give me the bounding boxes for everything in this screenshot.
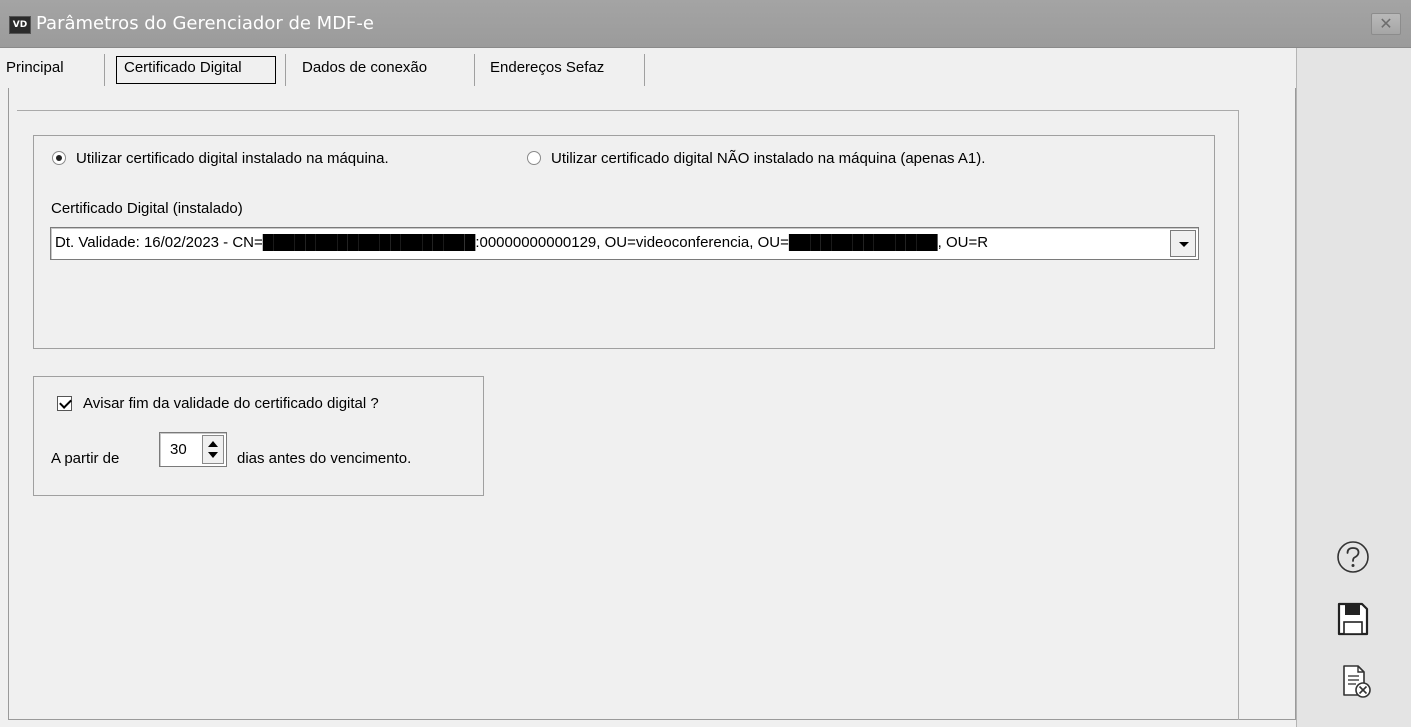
from-label: A partir de — [51, 450, 120, 467]
days-suffix-label: dias antes do vencimento. — [237, 450, 412, 467]
tab-separator — [285, 54, 286, 86]
certificate-select-value: Dt. Validade: 16/02/2023 - CN=██████████… — [55, 234, 989, 251]
window-title: Parâmetros do Gerenciador de MDF-e — [36, 13, 374, 34]
warn-expiry-label[interactable]: Avisar fim da validade do certificado di… — [83, 395, 379, 412]
spinner-up-icon[interactable] — [208, 441, 218, 447]
radio-not-installed-label[interactable]: Utilizar certificado digital NÃO instala… — [551, 150, 985, 167]
days-spinner[interactable]: 30 — [159, 432, 227, 467]
tab-certificado-digital[interactable]: Certificado Digital — [118, 48, 242, 88]
app-icon: VD — [9, 16, 31, 34]
days-spinner-value[interactable]: 30 — [170, 441, 187, 458]
certificate-select[interactable]: Dt. Validade: 16/02/2023 - CN=██████████… — [50, 227, 1199, 260]
radio-installed-label[interactable]: Utilizar certificado digital instalado n… — [76, 150, 389, 167]
warn-expiry-checkbox[interactable] — [57, 396, 72, 411]
tab-separator — [104, 54, 105, 86]
tab-separator — [644, 54, 645, 86]
radio-installed-certificate[interactable] — [52, 151, 66, 165]
tab-dados-conexao[interactable]: Dados de conexão — [296, 48, 427, 88]
radio-not-installed-certificate[interactable] — [527, 151, 541, 165]
chevron-down-icon[interactable] — [1170, 230, 1196, 257]
certificate-combo-label: Certificado Digital (instalado) — [51, 200, 243, 217]
spinner-down-icon[interactable] — [208, 452, 218, 458]
close-button[interactable]: ✕ — [1371, 13, 1401, 35]
cancel-document-icon[interactable] — [1341, 664, 1373, 700]
tab-principal[interactable]: Principal — [0, 48, 64, 88]
save-icon[interactable] — [1337, 602, 1369, 636]
title-bar: VD Parâmetros do Gerenciador de MDF-e ✕ — [0, 0, 1411, 48]
spinner-buttons[interactable] — [202, 435, 224, 464]
help-icon[interactable] — [1336, 540, 1370, 574]
expiry-warning-group — [33, 376, 484, 496]
tab-separator — [474, 54, 475, 86]
tab-enderecos-sefaz[interactable]: Endereços Sefaz — [484, 48, 604, 88]
